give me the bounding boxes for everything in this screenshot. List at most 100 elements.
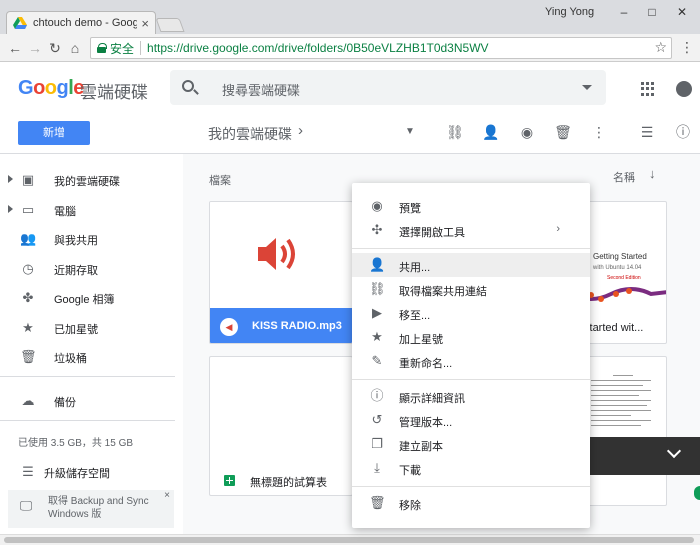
tab-close-icon[interactable]: × [141, 16, 149, 31]
horizontal-scrollbar[interactable] [0, 534, 700, 545]
trash-icon[interactable]: 🗑 [554, 123, 572, 141]
sidebar-divider [0, 420, 175, 421]
menu-item-rename[interactable]: ✎ 重新命名... [352, 349, 590, 373]
sidebar-item-my-drive[interactable]: ▣ 我的雲端硬碟 [0, 166, 183, 194]
account-avatar-icon[interactable] [676, 81, 692, 97]
menu-item-manage-versions[interactable]: ↺ 管理版本... [352, 408, 590, 432]
backup-sync-promo[interactable]: 🖵 取得 Backup and Sync Windows 版 × [8, 490, 174, 528]
sidebar-item-starred[interactable]: ★ 已加星號 [0, 314, 183, 342]
sidebar-item-trash[interactable]: 🗑 垃圾桶 [0, 343, 183, 371]
open-with-icon: ✣ [371, 222, 383, 237]
computer-icon: ▭ [21, 202, 35, 217]
eye-icon: ◉ [371, 198, 383, 213]
sort-direction-icon[interactable]: ↓ [649, 166, 656, 181]
maximize-button[interactable]: □ [640, 3, 664, 21]
menu-item-open-with[interactable]: ✣ 選擇開啟工具 › [352, 218, 590, 242]
reload-icon[interactable]: ↻ [46, 39, 64, 57]
sidebar-item-label: 備份 [54, 397, 76, 409]
list-view-icon[interactable]: ☰ [638, 123, 656, 141]
search-icon [182, 80, 194, 92]
drive-header: Google 雲端硬碟 搜尋雲端硬碟 新增 我的雲端硬碟 › ▼ ⛓ 👤 ◉ 🗑… [0, 62, 700, 154]
clock-icon: ◷ [22, 261, 34, 276]
file-card-spreadsheet[interactable]: 無標題的試算表 [209, 356, 353, 496]
bookmark-star-icon[interactable]: ☆ [654, 39, 667, 56]
add-person-icon[interactable]: 👤 [482, 123, 500, 141]
sidebar-item-computers[interactable]: ▭ 電腦 [0, 196, 183, 224]
google-logo[interactable]: Google [18, 77, 84, 100]
sort-label[interactable]: 名稱 [613, 169, 635, 185]
menu-divider [352, 379, 590, 380]
menu-item-label: 移至... [399, 310, 431, 322]
menu-item-label: 重新命名... [399, 358, 453, 370]
storage-usage: 已使用 3.5 GB，共 15 GB [18, 438, 134, 449]
address-bar[interactable]: 安全 https://drive.google.com/drive/folder… [90, 37, 672, 59]
url-text[interactable]: https://drive.google.com/drive/folders/0… [147, 41, 489, 55]
sidebar-item-photos[interactable]: ✤ Google 相簿 [0, 284, 183, 312]
upgrade-storage-button[interactable]: ☰ 升級儲存空間 [0, 458, 183, 486]
new-button[interactable]: 新增 [18, 121, 90, 145]
apps-grid-icon[interactable] [641, 82, 655, 96]
book-edition: Second Edition [607, 275, 641, 281]
link-icon[interactable]: ⛓ [446, 123, 464, 141]
submenu-arrow-icon: › [556, 223, 560, 235]
book-title: Getting Started [593, 252, 647, 261]
document-preview [591, 375, 651, 430]
lock-icon [97, 43, 107, 53]
menu-item-preview[interactable]: ◉ 預覽 [352, 194, 590, 218]
copy-icon: ❐ [371, 436, 383, 451]
sidebar-item-shared[interactable]: 👥 與我共用 [0, 225, 183, 253]
side-panel-tab[interactable] [694, 486, 700, 500]
search-options-icon[interactable] [582, 85, 592, 90]
more-options-icon[interactable]: ⋮ [590, 123, 608, 141]
dropdown-arrow-icon[interactable]: ▼ [401, 123, 419, 141]
book-subtitle: with Ubuntu 14.04 [593, 265, 642, 271]
browser-menu-icon[interactable]: ⋮ [680, 39, 694, 56]
star-icon: ★ [371, 329, 383, 344]
minimize-button[interactable]: – [612, 3, 636, 21]
new-tab-button[interactable] [155, 18, 185, 32]
trash-icon: 🗑 [20, 349, 37, 364]
storage-icon: ☰ [22, 464, 34, 479]
star-icon: ★ [22, 320, 34, 335]
menu-item-star[interactable]: ★ 加上星號 [352, 325, 590, 349]
notification-panel [589, 437, 700, 475]
menu-item-details[interactable]: ⓘ 顯示詳細資訊 [352, 384, 590, 408]
product-name: 雲端硬碟 [80, 83, 148, 102]
browser-tab[interactable]: chtouch demo - Google × [6, 11, 156, 34]
file-name: 無標題的試算表 [250, 477, 327, 489]
expand-arrow-icon[interactable] [8, 175, 13, 183]
menu-item-label: 下載 [399, 465, 421, 477]
close-window-button[interactable]: ✕ [670, 3, 694, 21]
menu-item-remove[interactable]: 🗑 移除 [352, 491, 590, 515]
section-label: 檔案 [209, 175, 231, 187]
menu-item-move[interactable]: ▶ 移至... [352, 301, 590, 325]
sidebar-item-backups[interactable]: ☁ 備份 [0, 387, 183, 415]
forward-icon[interactable]: → [26, 39, 44, 57]
menu-item-share[interactable]: 👤 共用... [352, 253, 590, 277]
link-icon: ⛓ [369, 281, 386, 296]
sidebar-item-label: 我的雲端硬碟 [54, 176, 120, 188]
expand-arrow-icon[interactable] [8, 205, 13, 213]
cloud-icon: ☁ [21, 393, 35, 408]
preview-eye-icon[interactable]: ◉ [518, 123, 536, 141]
search-placeholder: 搜尋雲端硬碟 [222, 83, 301, 98]
secure-label: 安全 [110, 41, 135, 56]
browser-tab-bar: chtouch demo - Google × Ying Yong – □ ✕ [0, 0, 700, 34]
home-icon[interactable]: ⌂ [66, 39, 84, 57]
sidebar-item-recent[interactable]: ◷ 近期存取 [0, 255, 183, 283]
menu-item-make-copy[interactable]: ❐ 建立副本 [352, 432, 590, 456]
scrollbar-thumb[interactable] [4, 537, 694, 543]
breadcrumb[interactable]: 我的雲端硬碟 [208, 124, 292, 144]
address-separator [140, 41, 142, 55]
file-card-audio[interactable]: ◀ KISS RADIO.mp3 [209, 201, 353, 344]
sidebar-item-label: 與我共用 [54, 235, 98, 247]
back-icon[interactable]: ← [6, 39, 24, 57]
menu-item-get-link[interactable]: ⛓ 取得檔案共用連結 [352, 277, 590, 301]
info-icon: ⓘ [370, 388, 384, 403]
info-icon[interactable]: ⓘ [674, 123, 692, 141]
search-input[interactable]: 搜尋雲端硬碟 [170, 70, 606, 105]
context-menu: ◉ 預覽 ✣ 選擇開啟工具 › 👤 共用... ⛓ 取得檔案共用連結 ▶ 移至.… [352, 183, 590, 528]
menu-item-download[interactable]: ⤓ 下載 [352, 456, 590, 480]
close-icon[interactable]: × [164, 490, 170, 501]
menu-item-label: 預覽 [399, 203, 421, 215]
